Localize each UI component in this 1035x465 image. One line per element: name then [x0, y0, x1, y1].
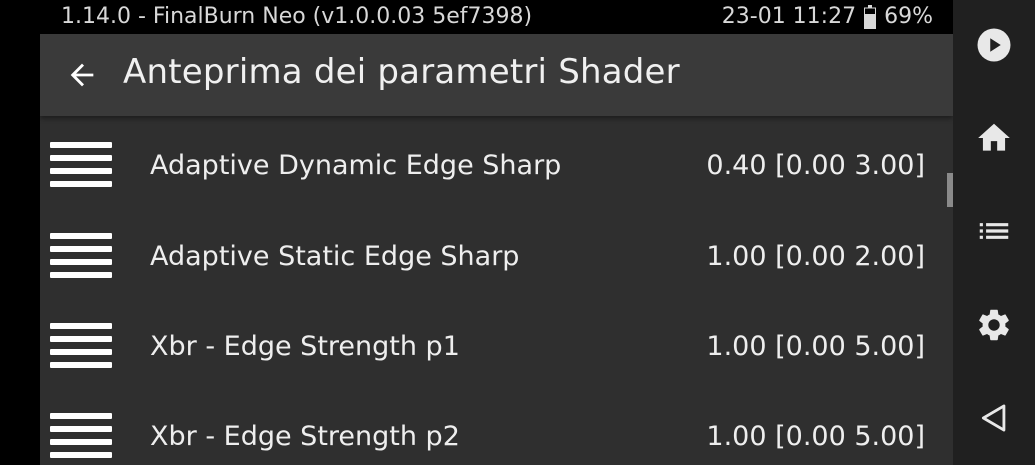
parameter-list: Adaptive Dynamic Edge Sharp 0.40 [0.00 3…	[40, 116, 953, 465]
menu-icon	[50, 233, 112, 279]
battery-percent: 69%	[884, 4, 933, 29]
list-icon	[979, 223, 1009, 239]
settings-icon	[979, 309, 1009, 341]
parameter-label: Adaptive Dynamic Edge Sharp	[150, 150, 562, 181]
navigation-bar	[953, 0, 1035, 465]
battery-icon	[864, 4, 877, 29]
play-icon	[977, 28, 1011, 62]
list-item[interactable]: Xbr - Edge Strength p2 1.00 [0.00 5.00]	[40, 391, 953, 465]
parameter-label: Xbr - Edge Strength p1	[150, 331, 460, 362]
parameter-value: 1.00 [0.00 5.00]	[706, 421, 925, 452]
page-title: Anteprima dei parametri Shader	[123, 52, 680, 92]
parameter-value: 1.00 [0.00 2.00]	[706, 241, 925, 272]
menu-icon	[50, 323, 112, 369]
status-right-group: 23-01 11:27 69%	[722, 4, 933, 29]
back-button[interactable]	[62, 55, 102, 95]
arrow-left-icon	[70, 63, 94, 87]
home-icon	[978, 123, 1010, 151]
back-triangle-icon	[981, 404, 1006, 432]
list-item[interactable]: Xbr - Edge Strength p1 1.00 [0.00 5.00]	[40, 301, 953, 391]
list-item[interactable]: Adaptive Static Edge Sharp 1.00 [0.00 2.…	[40, 211, 953, 301]
home-button[interactable]	[953, 108, 1035, 168]
parameter-label: Xbr - Edge Strength p2	[150, 421, 460, 452]
play-button[interactable]	[953, 15, 1035, 75]
toolbar: Anteprima dei parametri Shader	[40, 34, 953, 116]
list-button[interactable]	[953, 201, 1035, 261]
nav-back-button[interactable]	[953, 388, 1035, 448]
status-bar: 1.14.0 - FinalBurn Neo (v1.0.0.03 5ef739…	[40, 0, 953, 34]
settings-button[interactable]	[953, 295, 1035, 355]
datetime-text: 23-01 11:27	[721, 4, 857, 29]
app-panel: Anteprima dei parametri Shader Adaptive …	[40, 34, 953, 465]
parameter-value: 0.40 [0.00 3.00]	[706, 150, 925, 181]
list-item[interactable]: Adaptive Dynamic Edge Sharp 0.40 [0.00 3…	[40, 120, 953, 210]
parameter-label: Adaptive Static Edge Sharp	[150, 241, 520, 272]
menu-icon	[50, 142, 112, 188]
app-info-text: 1.14.0 - FinalBurn Neo (v1.0.0.03 5ef739…	[61, 4, 533, 29]
parameter-value: 1.00 [0.00 5.00]	[706, 331, 925, 362]
menu-icon	[50, 413, 112, 459]
